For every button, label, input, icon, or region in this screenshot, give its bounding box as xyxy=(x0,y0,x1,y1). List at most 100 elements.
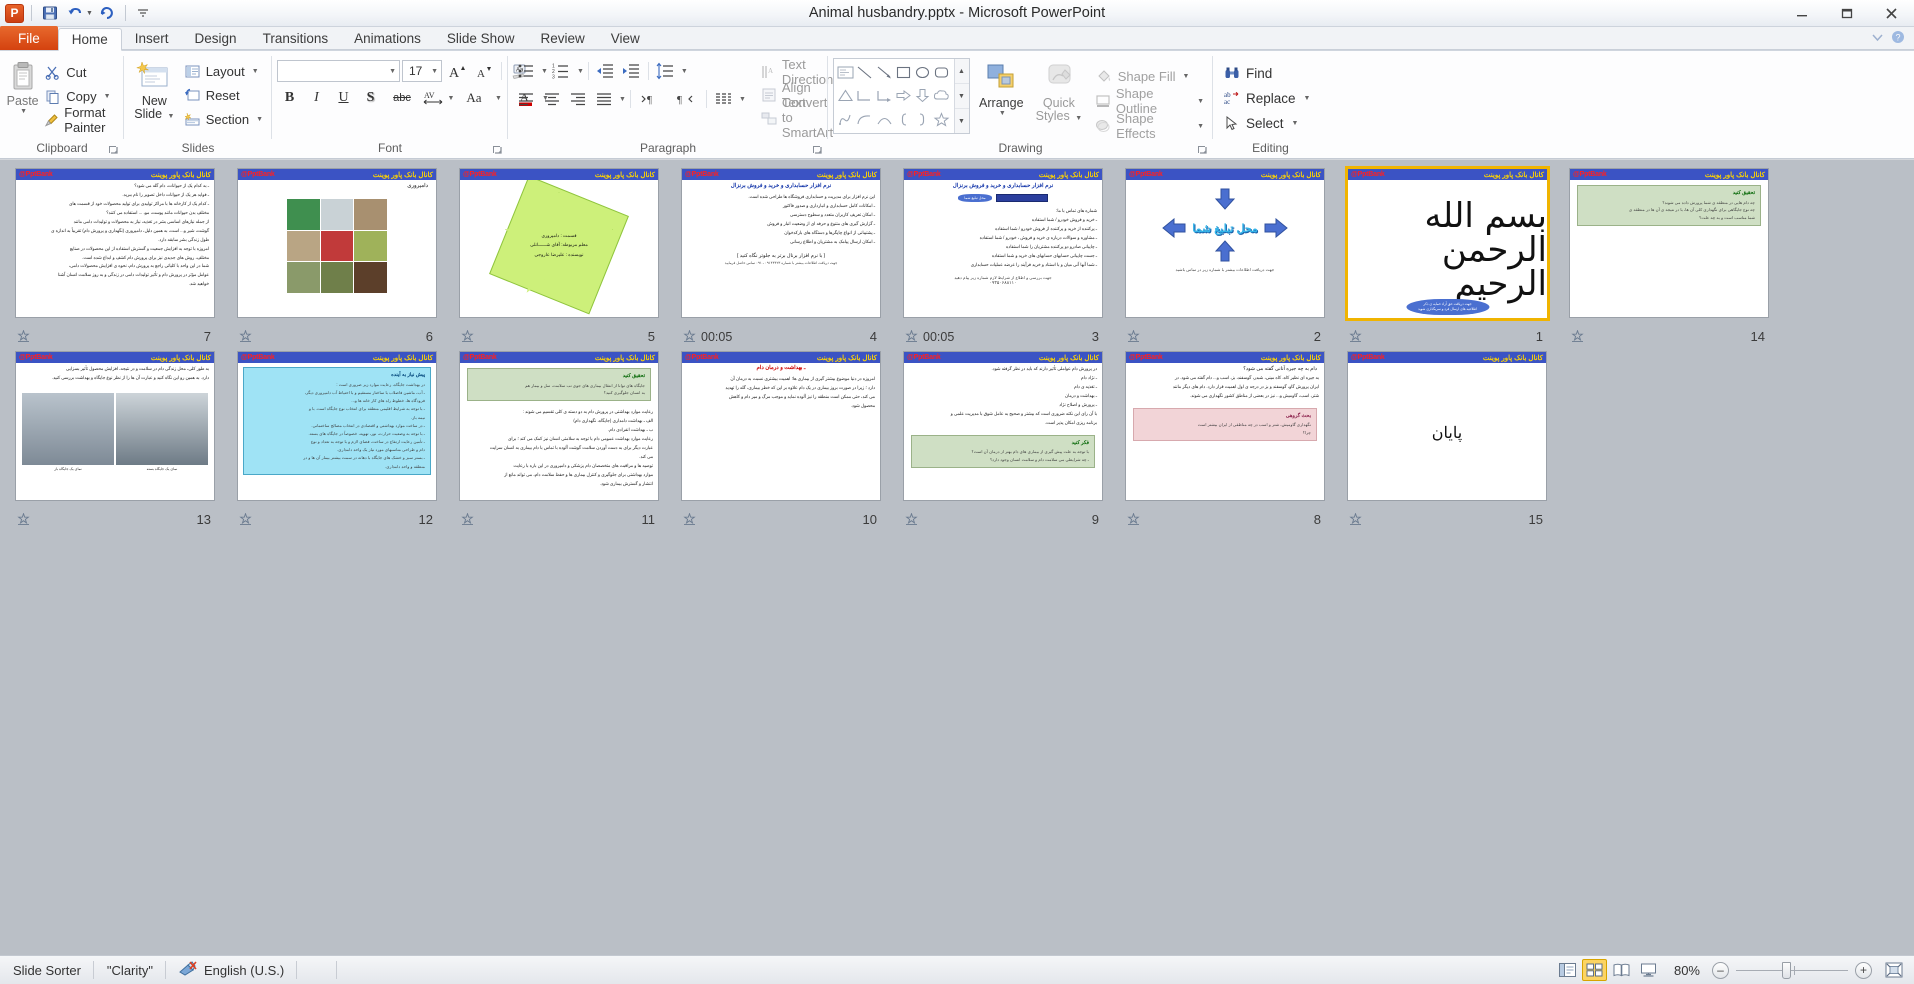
status-language[interactable]: English (U.S.) xyxy=(166,956,298,984)
shape-freeform-icon[interactable] xyxy=(836,108,855,131)
tab-file[interactable]: File xyxy=(0,26,58,50)
tab-transitions[interactable]: Transitions xyxy=(250,27,342,50)
status-view-mode[interactable]: Slide Sorter xyxy=(0,956,94,984)
transition-icon[interactable] xyxy=(1126,513,1140,527)
slide-thumbnail[interactable]: @PptBank کانال بانک پاور پوینت تحقیق کنید ج… xyxy=(459,351,659,501)
clipboard-dialog-launcher[interactable] xyxy=(108,144,120,156)
copy-button[interactable]: Copy ▼ xyxy=(40,85,119,107)
font-size-dropdown-icon[interactable]: ▼ xyxy=(431,68,438,75)
layout-dropdown-icon[interactable]: ▼ xyxy=(252,68,259,75)
transition-icon[interactable] xyxy=(904,513,918,527)
customize-quick-access-icon[interactable] xyxy=(133,3,154,24)
slide-cell[interactable]: @PptBank کانال بانک پاور پوینت ـ به کدام ی… xyxy=(13,166,235,349)
font-family-input[interactable]: ▼ xyxy=(277,60,400,82)
copy-dropdown-icon[interactable]: ▼ xyxy=(104,93,111,100)
strikethrough-button[interactable]: abc xyxy=(385,86,419,110)
slide-sorter-panel[interactable]: @PptBank کانال بانک پاور پوینت ـ به کدام ی… xyxy=(0,160,1914,955)
slide-thumbnail[interactable]: @PptBank کانال بانک پاور پوینت دام به چه ج… xyxy=(1125,351,1325,501)
tab-animations[interactable]: Animations xyxy=(341,27,434,50)
bullets-dropdown-icon[interactable]: ▼ xyxy=(541,68,548,75)
section-button[interactable]: Section ▼ xyxy=(180,108,267,131)
line-spacing-dropdown-icon[interactable]: ▼ xyxy=(681,68,688,75)
help-icon[interactable]: ? xyxy=(1891,30,1905,47)
slide-cell[interactable]: @PptBank کانال بانک پاور پوینت دامپروری 6 xyxy=(235,166,457,349)
shape-outline-button[interactable]: Shape Outline ▼ xyxy=(1091,86,1208,116)
transition-icon[interactable] xyxy=(904,330,918,344)
zoom-in-button[interactable]: + xyxy=(1855,961,1872,979)
tab-review[interactable]: Review xyxy=(527,27,597,50)
change-case-button[interactable]: Aa xyxy=(457,86,491,110)
save-icon[interactable] xyxy=(39,3,60,24)
slide-thumbnail[interactable]: @PptBank کانال بانک پاور پوینت ـ بهداشت و … xyxy=(681,351,881,501)
gallery-more-icon[interactable]: ▼ xyxy=(955,109,969,133)
slide-thumbnail[interactable]: @PptBank کانال بانک پاور پوینت پیش نیاز به… xyxy=(237,351,437,501)
shape-elbow-arrow-icon[interactable] xyxy=(875,84,894,107)
slide-show-button[interactable] xyxy=(1636,959,1661,981)
rtl-direction-button[interactable]: ¶ xyxy=(669,87,702,111)
text-shadow-button[interactable]: S xyxy=(358,86,383,110)
find-button[interactable]: Find xyxy=(1218,61,1315,85)
slide-thumbnail[interactable]: @PptBank کانال بانک پاور پوینت دامپروری xyxy=(237,168,437,318)
slide-sorter-view-button[interactable] xyxy=(1581,959,1607,981)
slide-thumbnail[interactable]: @PptBank کانال بانک پاور پوینت محل تبلیغ ش… xyxy=(1125,168,1325,318)
decrease-indent-button[interactable] xyxy=(593,59,618,83)
drawing-dialog-launcher[interactable] xyxy=(1197,144,1209,156)
line-spacing-button[interactable] xyxy=(653,59,678,83)
shape-down-arrow-icon[interactable] xyxy=(913,84,932,107)
reading-view-button[interactable] xyxy=(1609,959,1634,981)
zoom-slider[interactable]: – + xyxy=(1712,961,1882,979)
font-family-dropdown-icon[interactable]: ▼ xyxy=(389,68,396,75)
fit-to-window-button[interactable] xyxy=(1882,959,1906,981)
shape-left-brace-icon[interactable] xyxy=(894,108,913,131)
undo-icon[interactable] xyxy=(64,3,85,24)
shape-right-arrow-icon[interactable] xyxy=(894,84,913,107)
font-dialog-launcher[interactable] xyxy=(492,144,504,156)
slide-cell[interactable]: @PptBank کانال بانک پاور پوینت پایان 15 xyxy=(1345,349,1567,532)
transition-icon[interactable] xyxy=(238,330,252,344)
gallery-scroll-up-icon[interactable]: ▲ xyxy=(954,59,969,84)
window-controls[interactable] xyxy=(1779,0,1914,26)
quick-access-toolbar[interactable]: P ▼ xyxy=(0,0,154,26)
shape-line-icon[interactable] xyxy=(855,61,874,84)
replace-button[interactable]: ab ac Replace ▼ xyxy=(1218,86,1315,110)
slide-cell[interactable]: @PptBank کانال بانک پاور پوینت نرم افزار ح… xyxy=(679,166,901,349)
quick-styles-button[interactable]: Quick Styles ▼ xyxy=(1033,58,1085,125)
transition-icon[interactable] xyxy=(1348,330,1362,344)
change-case-dropdown-icon[interactable]: ▼ xyxy=(495,95,502,102)
close-button[interactable] xyxy=(1869,0,1914,26)
numbering-button[interactable]: 123 xyxy=(549,59,574,83)
bold-button[interactable]: B xyxy=(277,86,302,110)
shape-curve-icon[interactable] xyxy=(855,108,874,131)
transition-icon[interactable] xyxy=(1570,330,1584,344)
italic-button[interactable]: I xyxy=(304,86,329,110)
ltr-direction-button[interactable]: ¶ xyxy=(635,87,668,111)
slide-cell[interactable]: @PptBank کانال بانک پاور پوینت ـ بهداشت و … xyxy=(679,349,901,532)
slide-thumbnail[interactable]: @PptBank کانال بانک پاور پوینت ـ به کدام ی… xyxy=(15,168,215,318)
shape-arrow-icon[interactable] xyxy=(875,61,894,84)
section-dropdown-icon[interactable]: ▼ xyxy=(256,116,263,123)
status-theme[interactable]: "Clarity" xyxy=(94,956,167,984)
transition-icon[interactable] xyxy=(682,330,696,344)
numbering-dropdown-icon[interactable]: ▼ xyxy=(577,68,584,75)
tab-view[interactable]: View xyxy=(598,27,653,50)
shapes-gallery-scrollbar[interactable]: ▲ ▼ ▼ xyxy=(953,59,969,133)
shape-cloud-icon[interactable] xyxy=(932,84,951,107)
tab-slide-show[interactable]: Slide Show xyxy=(434,27,528,50)
shapes-gallery[interactable]: ▲ ▼ ▼ xyxy=(833,58,970,134)
shape-right-brace-icon[interactable] xyxy=(913,108,932,131)
shape-arc-icon[interactable] xyxy=(875,108,894,131)
minimize-ribbon-icon[interactable] xyxy=(1871,31,1884,47)
slide-cell[interactable]: @PptBank کانال بانک پاور پوینت قسمت : دامپ… xyxy=(457,166,679,349)
shape-rectangle-icon[interactable] xyxy=(894,61,913,84)
transition-icon[interactable] xyxy=(682,513,696,527)
tab-home[interactable]: Home xyxy=(57,28,122,51)
slide-cell[interactable]: @PptBank کانال بانک پاور پوینت نرم افزار ح… xyxy=(901,166,1123,349)
shrink-font-button[interactable]: A xyxy=(471,59,496,83)
slide-thumbnail[interactable]: @PptBank کانال بانک پاور پوینت بسم الله ال… xyxy=(1345,166,1550,321)
justify-dropdown-icon[interactable]: ▼ xyxy=(619,96,626,103)
zoom-track[interactable] xyxy=(1736,961,1848,979)
zoom-level-label[interactable]: 80% xyxy=(1662,963,1712,978)
align-left-button[interactable] xyxy=(513,87,538,111)
slide-thumbnail[interactable]: @PptBank کانال بانک پاور پوینت قسمت : دامپ… xyxy=(459,168,659,318)
arrange-dropdown-icon[interactable]: ▼ xyxy=(999,110,1006,117)
